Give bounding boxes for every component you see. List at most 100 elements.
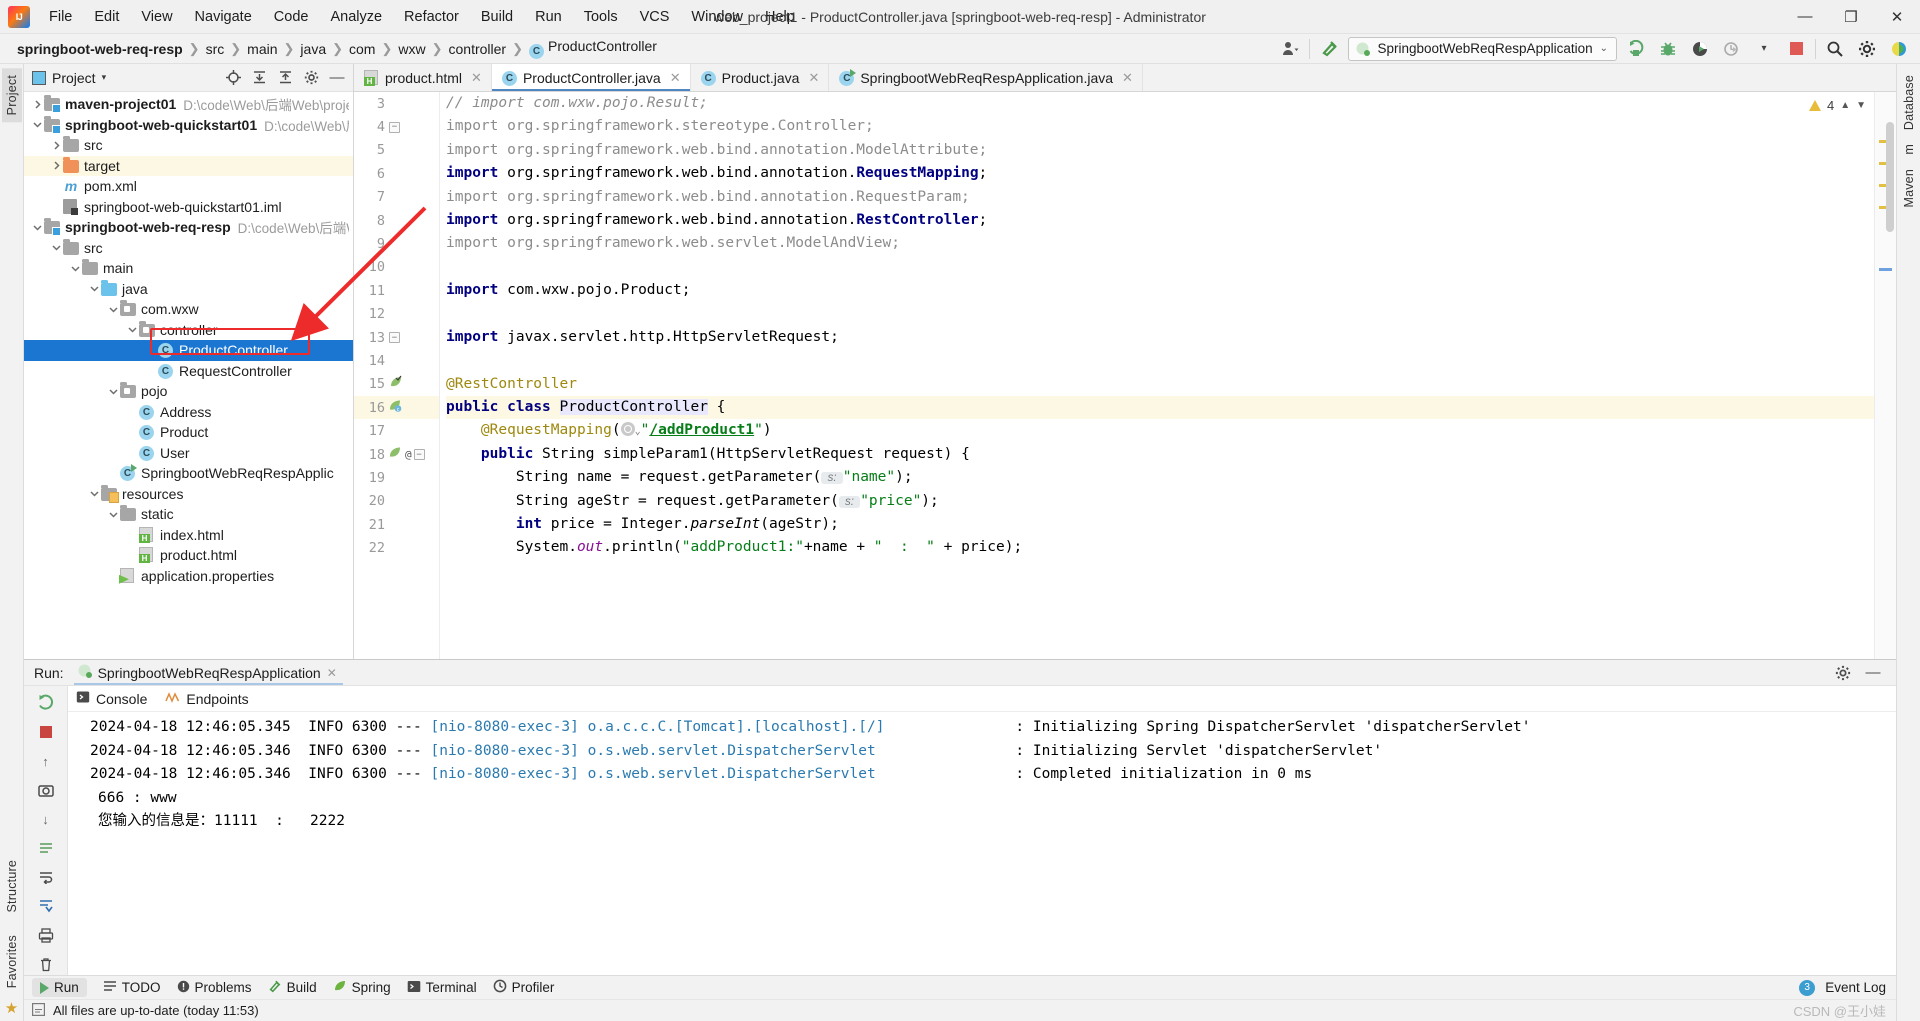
profiler-button[interactable]	[1719, 37, 1745, 61]
tool-window-structure[interactable]: Structure	[2, 853, 22, 920]
tree-node-springbootwebreqrespapplic[interactable]: C SpringbootWebReqRespApplic	[24, 463, 353, 484]
spring-bean-icon[interactable]	[389, 375, 403, 393]
hide-panel-icon[interactable]: —	[325, 67, 349, 89]
run-session-tab[interactable]: SpringbootWebReqRespApplication ✕	[72, 661, 345, 685]
gutter-line-6[interactable]: 6	[354, 162, 439, 185]
tree-node-pojo[interactable]: pojo	[24, 381, 353, 402]
gutter-line-19[interactable]: 19	[354, 466, 439, 489]
spring-bean-navigate-icon[interactable]: c	[389, 399, 403, 417]
close-tab-icon[interactable]: ✕	[471, 70, 482, 86]
tool-window-m[interactable]: m	[1899, 137, 1919, 162]
editor-tab-springbootwebreqrespapplication-java[interactable]: C SpringbootWebReqRespApplication.java ✕	[829, 64, 1143, 91]
tree-node-productcontroller[interactable]: C ProductController	[24, 340, 353, 361]
tool-window-favorites[interactable]: Favorites	[2, 928, 22, 995]
tree-node-address[interactable]: C Address	[24, 402, 353, 423]
tree-node-resources[interactable]: resources	[24, 484, 353, 505]
run-settings-gear-icon[interactable]	[1830, 661, 1856, 685]
tree-expand-arrow[interactable]	[106, 510, 120, 519]
code-line-10[interactable]	[446, 256, 1874, 279]
close-tab-icon[interactable]: ✕	[1122, 70, 1133, 86]
code-content[interactable]: // import com.wxw.pojo.Result; import org…	[440, 92, 1874, 659]
chevron-up-icon[interactable]: ▲	[1840, 100, 1850, 111]
breadcrumb-item-java[interactable]: java	[295, 39, 331, 59]
gutter-line-9[interactable]: 9	[354, 232, 439, 255]
gutter-line-7[interactable]: 7	[354, 186, 439, 209]
close-button[interactable]: ✕	[1874, 0, 1920, 34]
code-fold-toggle[interactable]: −	[389, 121, 400, 133]
minimize-button[interactable]: —	[1782, 0, 1828, 34]
inspection-widget[interactable]: 4 ▲ ▼	[1801, 92, 1874, 118]
gutter-line-15[interactable]: 15	[354, 373, 439, 396]
close-tab-icon[interactable]: ✕	[670, 70, 681, 86]
tree-expand-arrow[interactable]	[125, 325, 139, 334]
code-line-11[interactable]: import com.wxw.pojo.Product;	[446, 279, 1874, 302]
menu-window[interactable]: Window	[680, 5, 754, 29]
code-fold-toggle[interactable]: −	[413, 449, 425, 461]
tree-node-target[interactable]: target	[24, 155, 353, 176]
menu-build[interactable]: Build	[470, 5, 524, 29]
code-line-22[interactable]: System.out.println("addProduct1:"+name +…	[446, 536, 1874, 559]
run-configuration-selector[interactable]: SpringbootWebReqRespApplication ⌄	[1348, 36, 1617, 61]
tree-node-maven-project01[interactable]: maven-project01 D:\code\Web\后端Web\proje	[24, 94, 353, 115]
tree-node-user[interactable]: C User	[24, 443, 353, 464]
run-coverage-button[interactable]	[1687, 37, 1713, 61]
code-line-3[interactable]: // import com.wxw.pojo.Result;	[446, 92, 1874, 115]
status-button-todo[interactable]: TODO	[103, 980, 161, 995]
code-line-7[interactable]: import org.springframework.web.bind.anno…	[446, 186, 1874, 209]
breadcrumb[interactable]: springboot-web-req-resp ❯ src ❯ main ❯ j…	[12, 36, 662, 61]
vertical-scrollbar-thumb[interactable]	[1886, 122, 1894, 232]
menu-run[interactable]: Run	[524, 5, 573, 29]
expand-all-icon[interactable]	[247, 67, 271, 89]
tree-expand-arrow[interactable]	[49, 243, 63, 252]
status-button-run[interactable]: Run	[32, 978, 87, 997]
code-line-17[interactable]: @RequestMapping(⌄"/addProduct1")	[446, 419, 1874, 442]
gutter-line-21[interactable]: 21	[354, 513, 439, 536]
menu-vcs[interactable]: VCS	[629, 5, 681, 29]
build-hammer-icon[interactable]	[1316, 37, 1342, 61]
rerun-icon[interactable]	[34, 692, 58, 714]
scroll-from-source-icon[interactable]	[221, 67, 245, 89]
run-button[interactable]	[1623, 37, 1649, 61]
profiler-dropdown-icon[interactable]: ▾	[1751, 37, 1777, 61]
tree-expand-arrow[interactable]	[49, 141, 63, 150]
tree-expand-arrow[interactable]	[106, 305, 120, 314]
settings-gear-icon[interactable]	[1854, 37, 1880, 61]
tree-node-product[interactable]: C Product	[24, 422, 353, 443]
code-fold-toggle[interactable]: −	[389, 332, 400, 344]
tree-node-static[interactable]: static	[24, 504, 353, 525]
tree-node-springboot-web-req-resp[interactable]: springboot-web-req-resp D:\code\Web\后端We	[24, 217, 353, 238]
debug-button[interactable]	[1655, 37, 1681, 61]
theme-icon[interactable]	[1886, 37, 1912, 61]
chevron-down-icon[interactable]: ▼	[1856, 100, 1866, 111]
code-line-19[interactable]: String name = request.getParameter( s: "…	[446, 466, 1874, 489]
code-line-6[interactable]: import org.springframework.web.bind.anno…	[446, 162, 1874, 185]
tree-expand-arrow[interactable]	[30, 120, 44, 129]
tree-node-src[interactable]: src	[24, 135, 353, 156]
project-settings-gear-icon[interactable]	[299, 67, 323, 89]
menu-navigate[interactable]: Navigate	[184, 5, 263, 29]
tree-node-src[interactable]: src	[24, 238, 353, 259]
gutter-line-16[interactable]: 16 c	[354, 396, 439, 420]
down-arrow-icon[interactable]: ↓	[34, 808, 58, 830]
menu-analyze[interactable]: Analyze	[319, 5, 393, 29]
event-log-label[interactable]: Event Log	[1825, 980, 1886, 995]
stop-button[interactable]	[1783, 37, 1809, 61]
code-line-13[interactable]: import javax.servlet.http.HttpServletReq…	[446, 326, 1874, 349]
editor-gutter[interactable]: 3 4−5 6 7 8 9 10 11 12 13−14 15 16 c 17 18 @ −19 20 21 22	[354, 92, 440, 659]
status-button-spring[interactable]: Spring	[333, 979, 391, 996]
status-button-profiler[interactable]: Profiler	[493, 979, 554, 996]
tree-expand-arrow[interactable]	[68, 264, 82, 273]
search-icon[interactable]	[1822, 37, 1848, 61]
gutter-line-3[interactable]: 3	[354, 92, 439, 115]
tree-node-index-html[interactable]: index.html	[24, 525, 353, 546]
annotation-marker-icon[interactable]: @	[405, 448, 412, 461]
gutter-line-14[interactable]: 14	[354, 349, 439, 372]
tree-node-com-wxw[interactable]: com.wxw	[24, 299, 353, 320]
window-controls[interactable]: — ❐ ✕	[1782, 0, 1920, 34]
chevron-down-icon[interactable]: ⌄	[1600, 43, 1608, 54]
code-line-4[interactable]: import org.springframework.stereotype.Co…	[446, 115, 1874, 138]
tree-node-product-html[interactable]: product.html	[24, 545, 353, 566]
code-line-5[interactable]: import org.springframework.web.bind.anno…	[446, 139, 1874, 162]
editor-tabs[interactable]: product.html ✕ C ProductController.java ✕ C Pr…	[354, 64, 1896, 92]
gutter-line-20[interactable]: 20	[354, 490, 439, 513]
